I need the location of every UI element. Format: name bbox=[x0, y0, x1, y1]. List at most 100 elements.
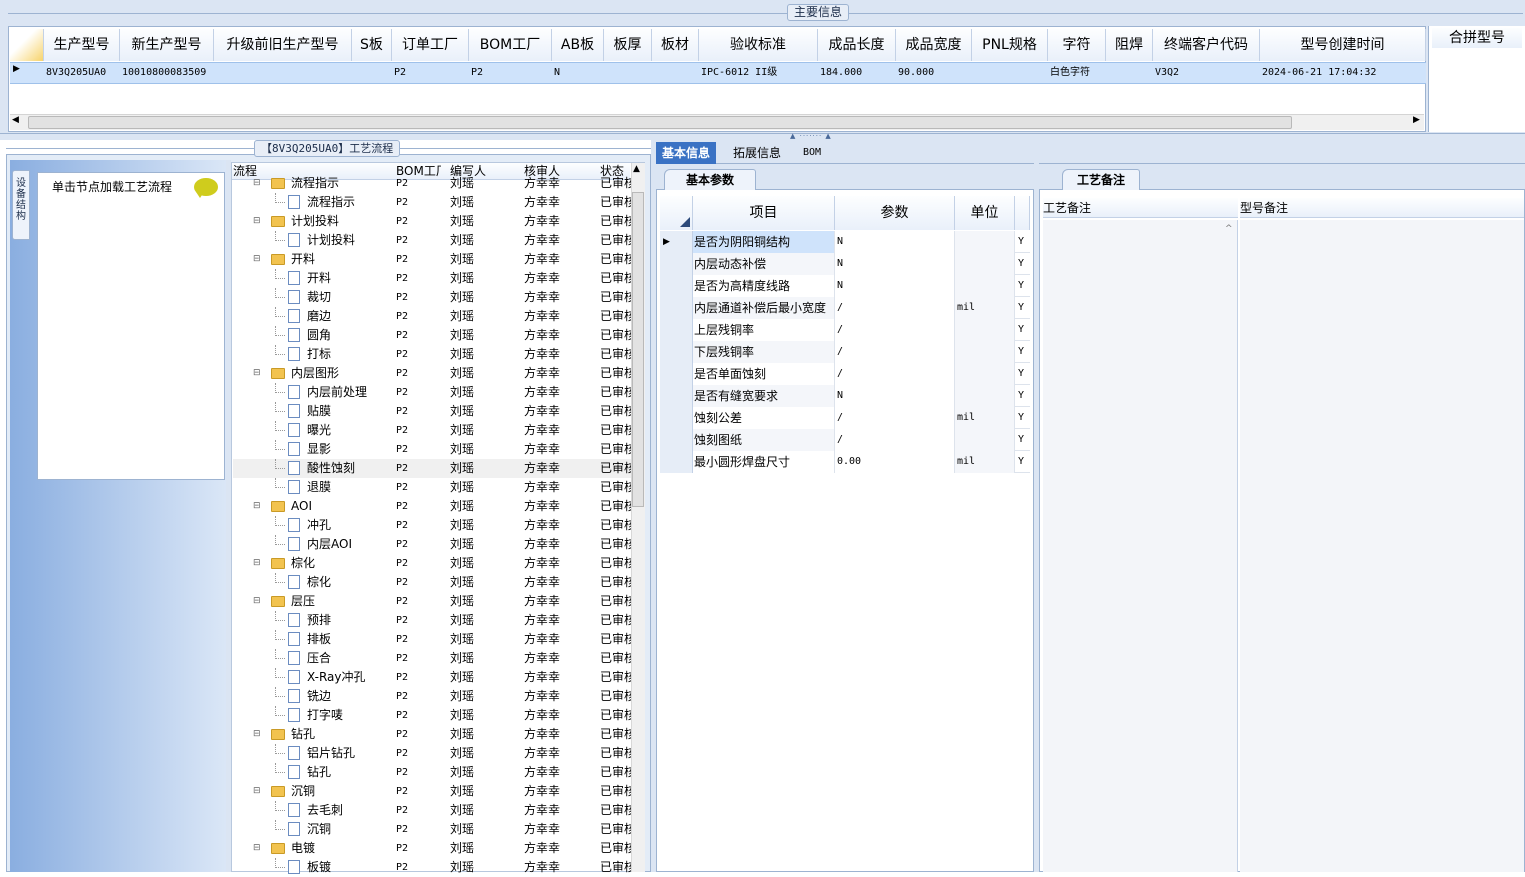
tree-row[interactable]: 板镀 P2 刘瑶 方幸幸 已审核 bbox=[233, 858, 631, 877]
param-row[interactable]: 蚀刻公差 / mil Y bbox=[660, 407, 1030, 429]
expand-toggle-icon[interactable]: ⊟ bbox=[253, 725, 261, 744]
main-col-header[interactable]: 板材 bbox=[652, 29, 699, 61]
tree-row[interactable]: 开料 P2 刘瑶 方幸幸 已审核 bbox=[233, 269, 631, 288]
basic-params-tab[interactable]: 基本参数 bbox=[664, 169, 756, 190]
param-row-header[interactable] bbox=[660, 319, 693, 341]
tree-row[interactable]: 沉铜 P2 刘瑶 方幸幸 已审核 bbox=[233, 820, 631, 839]
tree-row[interactable]: 打字唛 P2 刘瑶 方幸幸 已审核 bbox=[233, 706, 631, 725]
param-row-header[interactable] bbox=[660, 429, 693, 451]
param-row[interactable]: 蚀刻图纸 / Y bbox=[660, 429, 1030, 451]
main-row-cell[interactable] bbox=[604, 63, 652, 83]
param-row[interactable]: 最小圆形焊盘尺寸 0.00 mil Y bbox=[660, 451, 1030, 473]
process-remark-textarea[interactable] bbox=[1043, 220, 1238, 872]
params-col-unit[interactable]: 单位 bbox=[955, 196, 1015, 230]
expand-toggle-icon[interactable]: ⊟ bbox=[253, 174, 261, 193]
tree-row[interactable]: 退膜 P2 刘瑶 方幸幸 已审核 bbox=[233, 478, 631, 497]
expand-toggle-icon[interactable]: ⊟ bbox=[253, 839, 261, 858]
expand-toggle-icon[interactable]: ⊟ bbox=[253, 554, 261, 573]
tree-row[interactable]: 内层前处理 P2 刘瑶 方幸幸 已审核 bbox=[233, 383, 631, 402]
tree-row[interactable]: 曝光 P2 刘瑶 方幸幸 已审核 bbox=[233, 421, 631, 440]
main-row-cell[interactable]: N bbox=[552, 63, 604, 83]
main-row-cell[interactable]: 白色字符 bbox=[1048, 63, 1106, 83]
main-col-header[interactable]: 阻焊 bbox=[1106, 29, 1153, 61]
tree-row[interactable]: ⊟ 钻孔 P2 刘瑶 方幸幸 已审核 bbox=[233, 725, 631, 744]
expand-toggle-icon[interactable]: ⊟ bbox=[253, 497, 261, 516]
tree-row[interactable]: 棕化 P2 刘瑶 方幸幸 已审核 bbox=[233, 573, 631, 592]
scroll-thumb[interactable] bbox=[28, 116, 1292, 129]
expand-toggle-icon[interactable]: ⊟ bbox=[253, 364, 261, 383]
tree-row[interactable]: ⊟ 层压 P2 刘瑶 方幸幸 已审核 bbox=[233, 592, 631, 611]
main-row-cell[interactable]: V3Q2 bbox=[1153, 63, 1260, 83]
param-row-header[interactable] bbox=[660, 297, 693, 319]
main-row-cell[interactable] bbox=[214, 63, 352, 83]
main-col-header[interactable]: 升级前旧生产型号 bbox=[214, 29, 352, 61]
params-col-item[interactable]: 项目 bbox=[693, 196, 835, 230]
splitter-grip-icon[interactable]: ▲ ······· ▲ bbox=[790, 132, 832, 140]
main-row-cell[interactable]: 90.000 bbox=[896, 63, 972, 83]
tab-extended-info[interactable]: 拓展信息 bbox=[727, 142, 787, 164]
main-row-cell[interactable] bbox=[352, 63, 392, 83]
tree-row[interactable]: ⊟ 流程指示 P2 刘瑶 方幸幸 已审核 bbox=[233, 174, 631, 193]
param-value-cell[interactable]: N bbox=[835, 253, 955, 275]
param-row-header[interactable] bbox=[660, 253, 693, 275]
param-row-header[interactable] bbox=[660, 407, 693, 429]
tree-row[interactable]: 圆角 P2 刘瑶 方幸幸 已审核 bbox=[233, 326, 631, 345]
param-value-cell[interactable]: / bbox=[835, 319, 955, 341]
tree-row[interactable]: 排板 P2 刘瑶 方幸幸 已审核 bbox=[233, 630, 631, 649]
param-value-cell[interactable]: / bbox=[835, 341, 955, 363]
main-col-header[interactable]: 字符 bbox=[1048, 29, 1106, 61]
expand-toggle-icon[interactable]: ⊟ bbox=[253, 250, 261, 269]
main-row-cell[interactable] bbox=[972, 63, 1048, 83]
param-value-cell[interactable]: N bbox=[835, 231, 955, 253]
tree-row[interactable]: 冲孔 P2 刘瑶 方幸幸 已审核 bbox=[233, 516, 631, 535]
main-col-header[interactable]: AB板 bbox=[552, 29, 604, 61]
tree-row[interactable]: ⊟ 计划投料 P2 刘瑶 方幸幸 已审核 bbox=[233, 212, 631, 231]
tree-row[interactable]: 裁切 P2 刘瑶 方幸幸 已审核 bbox=[233, 288, 631, 307]
param-row[interactable]: ▶ 是否为阴阳铜结构 N Y bbox=[660, 231, 1030, 253]
remarks-tab[interactable]: 工艺备注 bbox=[1062, 169, 1140, 190]
tree-row[interactable]: 打标 P2 刘瑶 方幸幸 已审核 bbox=[233, 345, 631, 364]
tree-row[interactable]: 钻孔 P2 刘瑶 方幸幸 已审核 bbox=[233, 763, 631, 782]
param-value-cell[interactable]: 0.00 bbox=[835, 451, 955, 473]
param-value-cell[interactable]: / bbox=[835, 363, 955, 385]
scroll-left-icon[interactable]: ◀ bbox=[12, 115, 19, 125]
param-row-header[interactable] bbox=[660, 363, 693, 385]
tree-row[interactable]: 预排 P2 刘瑶 方幸幸 已审核 bbox=[233, 611, 631, 630]
main-col-header[interactable]: 成品长度 bbox=[818, 29, 896, 61]
param-row-header[interactable] bbox=[660, 451, 693, 473]
tree-row[interactable]: ⊟ 沉铜 P2 刘瑶 方幸幸 已审核 bbox=[233, 782, 631, 801]
main-col-header[interactable]: 板厚 bbox=[604, 29, 652, 61]
expand-toggle-icon[interactable]: ⊟ bbox=[253, 782, 261, 801]
tree-row[interactable]: 酸性蚀刻 P2 刘瑶 方幸幸 已审核 bbox=[233, 459, 631, 478]
param-row[interactable]: 下层残铜率 / Y bbox=[660, 341, 1030, 363]
tree-row[interactable]: 流程指示 P2 刘瑶 方幸幸 已审核 bbox=[233, 193, 631, 212]
main-col-header[interactable]: 终端客户代码 bbox=[1153, 29, 1260, 61]
param-value-cell[interactable]: N bbox=[835, 275, 955, 297]
param-row[interactable]: 上层残铜率 / Y bbox=[660, 319, 1030, 341]
param-row-header[interactable] bbox=[660, 385, 693, 407]
tree-row[interactable]: X-Ray冲孔 P2 刘瑶 方幸幸 已审核 bbox=[233, 668, 631, 687]
main-row-cell[interactable] bbox=[1106, 63, 1153, 83]
tree-row[interactable]: 去毛刺 P2 刘瑶 方幸幸 已审核 bbox=[233, 801, 631, 820]
tree-row[interactable]: 铣边 P2 刘瑶 方幸幸 已审核 bbox=[233, 687, 631, 706]
param-row-header[interactable] bbox=[660, 341, 693, 363]
main-col-header[interactable]: 成品宽度 bbox=[896, 29, 972, 61]
param-row-header[interactable] bbox=[660, 275, 693, 297]
param-row[interactable]: 是否单面蚀刻 / Y bbox=[660, 363, 1030, 385]
tree-row[interactable]: ⊟ 棕化 P2 刘瑶 方幸幸 已审核 bbox=[233, 554, 631, 573]
params-col-value[interactable]: 参数 bbox=[835, 196, 955, 230]
main-col-header[interactable]: 型号创建时间 bbox=[1260, 29, 1426, 61]
main-col-header[interactable]: 验收标准 bbox=[699, 29, 818, 61]
model-remark-textarea[interactable] bbox=[1240, 220, 1524, 872]
grid-corner[interactable] bbox=[10, 29, 44, 61]
param-value-cell[interactable]: N bbox=[835, 385, 955, 407]
main-col-header[interactable]: 订单工厂 bbox=[392, 29, 469, 61]
tree-row[interactable]: ⊟ 电镀 P2 刘瑶 方幸幸 已审核 bbox=[233, 839, 631, 858]
tree-row[interactable]: 内层AOI P2 刘瑶 方幸幸 已审核 bbox=[233, 535, 631, 554]
param-row[interactable]: 内层通道补偿后最小宽度 / mil Y bbox=[660, 297, 1030, 319]
tree-row[interactable]: 显影 P2 刘瑶 方幸幸 已审核 bbox=[233, 440, 631, 459]
tab-bom[interactable]: BOM bbox=[797, 142, 827, 164]
tree-row[interactable]: ⊟ 开料 P2 刘瑶 方幸幸 已审核 bbox=[233, 250, 631, 269]
expand-toggle-icon[interactable]: ⊟ bbox=[253, 592, 261, 611]
tree-row[interactable]: ⊟ 内层图形 P2 刘瑶 方幸幸 已审核 bbox=[233, 364, 631, 383]
